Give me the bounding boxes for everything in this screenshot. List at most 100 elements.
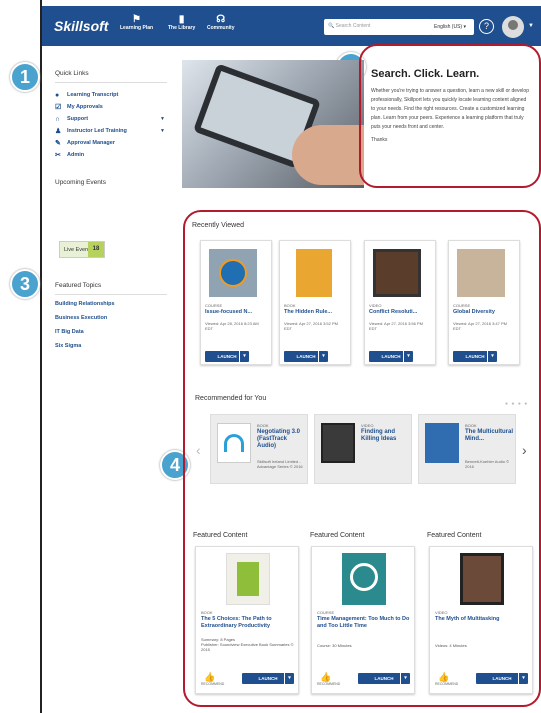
card-title[interactable]: Global Diversity xyxy=(453,309,495,315)
upcoming-events-title: Upcoming Events xyxy=(55,179,106,186)
nav-learning-plan[interactable]: ⚑ Learning Plan xyxy=(120,14,153,31)
card-title[interactable]: Time Management: Too Much to Do and Too … xyxy=(317,616,412,630)
thumbs-up-icon: 👍 xyxy=(438,672,450,682)
chevron-down-icon[interactable]: ▼ xyxy=(160,116,165,122)
card-title[interactable]: Finding and Killing Ideas xyxy=(361,429,409,443)
book-thumbnail xyxy=(425,423,459,463)
chevron-down-icon[interactable]: ▾ xyxy=(400,673,410,684)
welcome-title: Search. Click. Learn. xyxy=(371,68,480,80)
featured-title: Featured Content xyxy=(193,532,248,539)
recent-card[interactable]: BOOK The Hidden Rule... Viewed: Apr 27, … xyxy=(279,240,351,365)
nav-library[interactable]: ▮ The Library xyxy=(168,14,195,31)
launch-button[interactable]: LAUNCH ▾ xyxy=(358,673,410,684)
video-thumbnail xyxy=(460,553,504,605)
recommended-card[interactable]: BOOK The Multicultural Mind... Bennett-K… xyxy=(418,414,516,484)
book-thumbnail xyxy=(226,553,270,605)
chevron-down-icon[interactable]: ▾ xyxy=(318,351,328,362)
recommend-button[interactable]: 👍 RECOMMEND xyxy=(201,672,224,686)
featured-title: Featured Content xyxy=(310,532,365,539)
language-select[interactable]: English (US) ▾ xyxy=(430,19,474,35)
launch-button[interactable]: LAUNCH ▾ xyxy=(453,351,497,362)
sidebar: Quick Links ● Learning Transcript ☑ My App… xyxy=(55,70,167,197)
course-thumbnail xyxy=(209,249,257,297)
card-title[interactable]: The Hidden Rule... xyxy=(284,309,332,315)
clock-icon xyxy=(342,553,386,605)
featured-topics: Featured Topics Building Relationships B… xyxy=(55,282,167,357)
chevron-down-icon[interactable]: ▾ xyxy=(284,673,294,684)
community-icon: ☊ xyxy=(216,14,226,25)
featured-card[interactable]: COURSE Time Management: Too Much to Do a… xyxy=(311,546,415,694)
recent-card[interactable]: VIDEO Conflict Resoluti... Viewed: Apr 2… xyxy=(364,240,436,365)
headphones-icon xyxy=(217,423,251,463)
recently-viewed-title: Recently Viewed xyxy=(192,222,245,229)
chevron-down-icon[interactable]: ▼ xyxy=(528,23,534,29)
chevron-down-icon[interactable]: ▾ xyxy=(403,351,413,362)
sidebar-item-support[interactable]: ∩ Support ▼ xyxy=(55,113,167,125)
top-bar: Skillsoft ⚑ Learning Plan ▮ The Library ☊ C… xyxy=(42,6,541,46)
callout-1: 1 xyxy=(10,62,40,92)
welcome-thanks: Thanks xyxy=(371,137,388,143)
course-thumbnail xyxy=(457,249,505,297)
transcript-icon: ● xyxy=(55,91,60,99)
search-input[interactable]: 🔍 Search Content xyxy=(324,19,432,35)
carousel-dots[interactable]: ● ● ● ● xyxy=(505,401,528,407)
avatar[interactable] xyxy=(502,16,524,38)
topic-link[interactable]: Building Relationships xyxy=(55,301,167,315)
nav-community[interactable]: ☊ Community xyxy=(207,14,235,31)
recommended-card[interactable]: VIDEO Finding and Killing Ideas xyxy=(314,414,412,484)
sidebar-item-learning-transcript[interactable]: ● Learning Transcript xyxy=(55,89,167,101)
checkbox-icon: ☑ xyxy=(55,104,62,111)
chevron-down-icon[interactable]: ▾ xyxy=(487,351,497,362)
chevron-down-icon[interactable]: ▼ xyxy=(160,128,165,134)
sidebar-item-instructor-led-training[interactable]: ♟ Instructor Led Training ▼ xyxy=(55,125,167,137)
chevron-left-icon[interactable]: ‹ xyxy=(196,442,201,458)
callout-3: 3 xyxy=(10,269,40,299)
launch-button[interactable]: LAUNCH ▾ xyxy=(284,351,328,362)
featured-card[interactable]: BOOK The 5 Choices: The Path to Extraord… xyxy=(195,546,299,694)
topic-link[interactable]: Six Sigma xyxy=(55,343,167,357)
recommended-title: Recommended for You xyxy=(195,395,267,402)
chevron-right-icon[interactable]: › xyxy=(522,442,527,458)
card-title[interactable]: The 5 Choices: The Path to Extraordinary… xyxy=(201,616,296,630)
recent-card[interactable]: COURSE Issue-focused N... Viewed: Apr 28… xyxy=(200,240,272,365)
learning-plan-icon: ⚑ xyxy=(132,14,142,25)
book-thumbnail xyxy=(296,249,332,297)
help-icon[interactable]: ? xyxy=(479,19,494,34)
sidebar-item-admin[interactable]: ✂ Admin xyxy=(55,149,167,161)
featured-card[interactable]: VIDEO The Myth of Multitasking Videos: 4… xyxy=(429,546,533,694)
thumbs-up-icon: 👍 xyxy=(204,672,216,682)
launch-button[interactable]: LAUNCH ▾ xyxy=(205,351,249,362)
chevron-down-icon[interactable]: ▾ xyxy=(518,673,528,684)
live-events-count: 18 xyxy=(88,242,104,257)
search-icon: 🔍 xyxy=(328,23,335,29)
card-title[interactable]: Conflict Resoluti... xyxy=(369,309,417,315)
live-events-badge[interactable]: Live Events 18 xyxy=(59,241,105,258)
welcome-panel: Search. Click. Learn. Whether you're try… xyxy=(359,44,541,188)
card-title[interactable]: Negotiating 3.0 (FastTrack Audio) xyxy=(257,429,305,450)
topic-link[interactable]: IT Big Data xyxy=(55,329,167,343)
featured-topics-title: Featured Topics xyxy=(55,282,167,295)
launch-button[interactable]: LAUNCH ▾ xyxy=(369,351,413,362)
sidebar-item-approval-manager[interactable]: ✎ Approval Manager xyxy=(55,137,167,149)
hero-image xyxy=(182,60,364,188)
sidebar-item-my-approvals[interactable]: ☑ My Approvals xyxy=(55,101,167,113)
launch-button[interactable]: LAUNCH ▾ xyxy=(476,673,528,684)
launch-button[interactable]: LAUNCH ▾ xyxy=(242,673,294,684)
card-title[interactable]: Issue-focused N... xyxy=(205,309,252,315)
topic-link[interactable]: Business Execution xyxy=(55,315,167,329)
quick-links-title: Quick Links xyxy=(55,70,167,83)
recommend-button[interactable]: 👍 RECOMMEND xyxy=(317,672,340,686)
card-title[interactable]: The Myth of Multitasking xyxy=(435,616,530,623)
instructor-icon: ♟ xyxy=(55,128,62,135)
recommend-button[interactable]: 👍 RECOMMEND xyxy=(435,672,458,686)
recent-card[interactable]: COURSE Global Diversity Viewed: Apr 27, … xyxy=(448,240,520,365)
skillsoft-logo[interactable]: Skillsoft xyxy=(54,18,108,34)
chevron-down-icon[interactable]: ▾ xyxy=(239,351,249,362)
recommended-card[interactable]: BOOK Negotiating 3.0 (FastTrack Audio) S… xyxy=(210,414,308,484)
library-icon: ▮ xyxy=(178,14,185,25)
headset-icon: ∩ xyxy=(55,115,61,123)
thumbs-up-icon: 👍 xyxy=(320,672,332,682)
welcome-body: Whether you're trying to answer a questi… xyxy=(371,88,529,130)
video-thumbnail xyxy=(321,423,355,463)
card-title[interactable]: The Multicultural Mind... xyxy=(465,429,513,443)
